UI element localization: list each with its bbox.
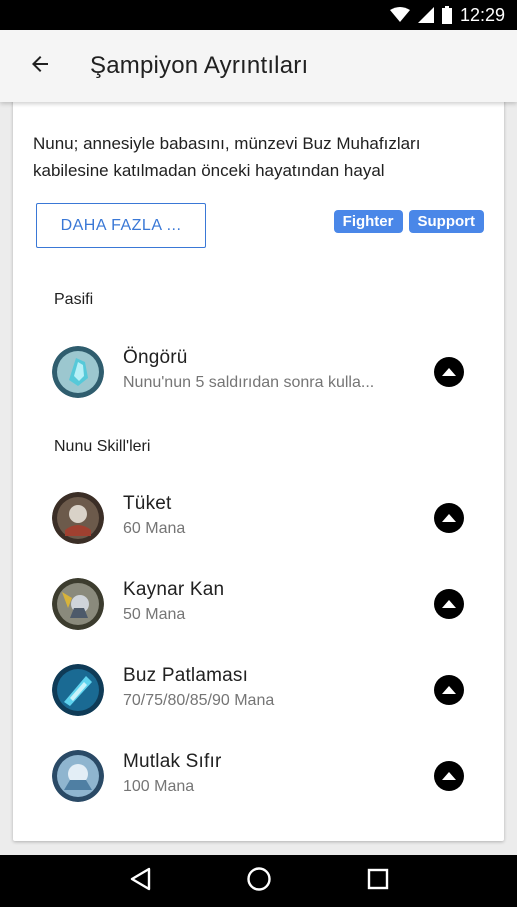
nav-recents-button[interactable] — [358, 861, 398, 901]
skill-icon-tuket — [52, 492, 104, 544]
nav-back-button[interactable] — [120, 861, 160, 901]
triangle-back-icon — [129, 867, 151, 896]
arrow-left-icon — [28, 52, 52, 81]
skill-name: Kaynar Kan — [123, 579, 225, 600]
skill-icon-mutlak-sifir — [52, 750, 104, 802]
tag-support: Support — [408, 210, 484, 233]
skill-row[interactable]: Kaynar Kan 50 Mana — [13, 568, 504, 640]
passive-row[interactable]: Öngörü Nunu'nun 5 saldırıdan sonra kulla… — [13, 336, 504, 408]
skill-row[interactable]: Mutlak Sıfır 100 Mana — [13, 740, 504, 812]
skills-section-title: Nunu Skill'leri — [54, 438, 151, 455]
status-bar: 12:29 — [0, 0, 517, 30]
wifi-icon — [389, 7, 410, 23]
expand-up-icon — [442, 363, 456, 381]
skill-expand-button[interactable] — [434, 503, 464, 533]
expand-up-icon — [442, 509, 456, 527]
passive-expand-button[interactable] — [434, 357, 464, 387]
app-bar: Şampiyon Ayrıntıları — [0, 30, 517, 102]
skill-name: Buz Patlaması — [123, 665, 249, 686]
skill-name: Tüket — [123, 493, 172, 514]
skill-icon-buz-patlamasi — [52, 664, 104, 716]
skill-cost: 100 Mana — [123, 778, 195, 795]
back-button[interactable] — [20, 46, 60, 86]
champion-tags: Fighter Support — [333, 210, 484, 233]
read-more-button[interactable]: DAHA FAZLA ... — [36, 203, 206, 248]
passive-name: Öngörü — [123, 347, 188, 368]
expand-up-icon — [442, 595, 456, 613]
passive-description: Nunu'nun 5 saldırıdan sonra kulla... — [123, 374, 375, 391]
skill-expand-button[interactable] — [434, 761, 464, 791]
skill-cost: 60 Mana — [123, 520, 186, 537]
expand-up-icon — [442, 767, 456, 785]
square-recents-icon — [367, 868, 389, 895]
signal-icon — [417, 7, 434, 23]
skill-expand-button[interactable] — [434, 589, 464, 619]
tag-fighter: Fighter — [333, 210, 403, 233]
expand-up-icon — [442, 681, 456, 699]
nav-home-button[interactable] — [239, 861, 279, 901]
skill-icon-kaynar-kan — [52, 578, 104, 630]
passive-section-title: Pasifi — [54, 291, 94, 308]
system-nav-bar — [0, 855, 517, 907]
skill-row[interactable]: Tüket 60 Mana — [13, 482, 504, 554]
circle-home-icon — [246, 866, 272, 897]
skill-expand-button[interactable] — [434, 675, 464, 705]
passive-icon — [52, 346, 104, 398]
battery-icon — [441, 6, 452, 24]
skill-cost: 70/75/80/85/90 Mana — [123, 692, 275, 709]
skill-name: Mutlak Sıfır — [123, 751, 222, 772]
page-title: Şampiyon Ayrıntıları — [90, 52, 309, 79]
skill-row[interactable]: Buz Patlaması 70/75/80/85/90 Mana — [13, 654, 504, 726]
champion-detail-card: · · · · Nunu; annesiyle babasını, münzev… — [13, 102, 504, 841]
status-time: 12:29 — [459, 4, 505, 25]
champion-lore: Nunu; annesiyle babasını, münzevi Buz Mu… — [33, 134, 421, 180]
skill-cost: 50 Mana — [123, 606, 186, 623]
content-area[interactable]: · · · · Nunu; annesiyle babasını, münzev… — [0, 102, 517, 855]
